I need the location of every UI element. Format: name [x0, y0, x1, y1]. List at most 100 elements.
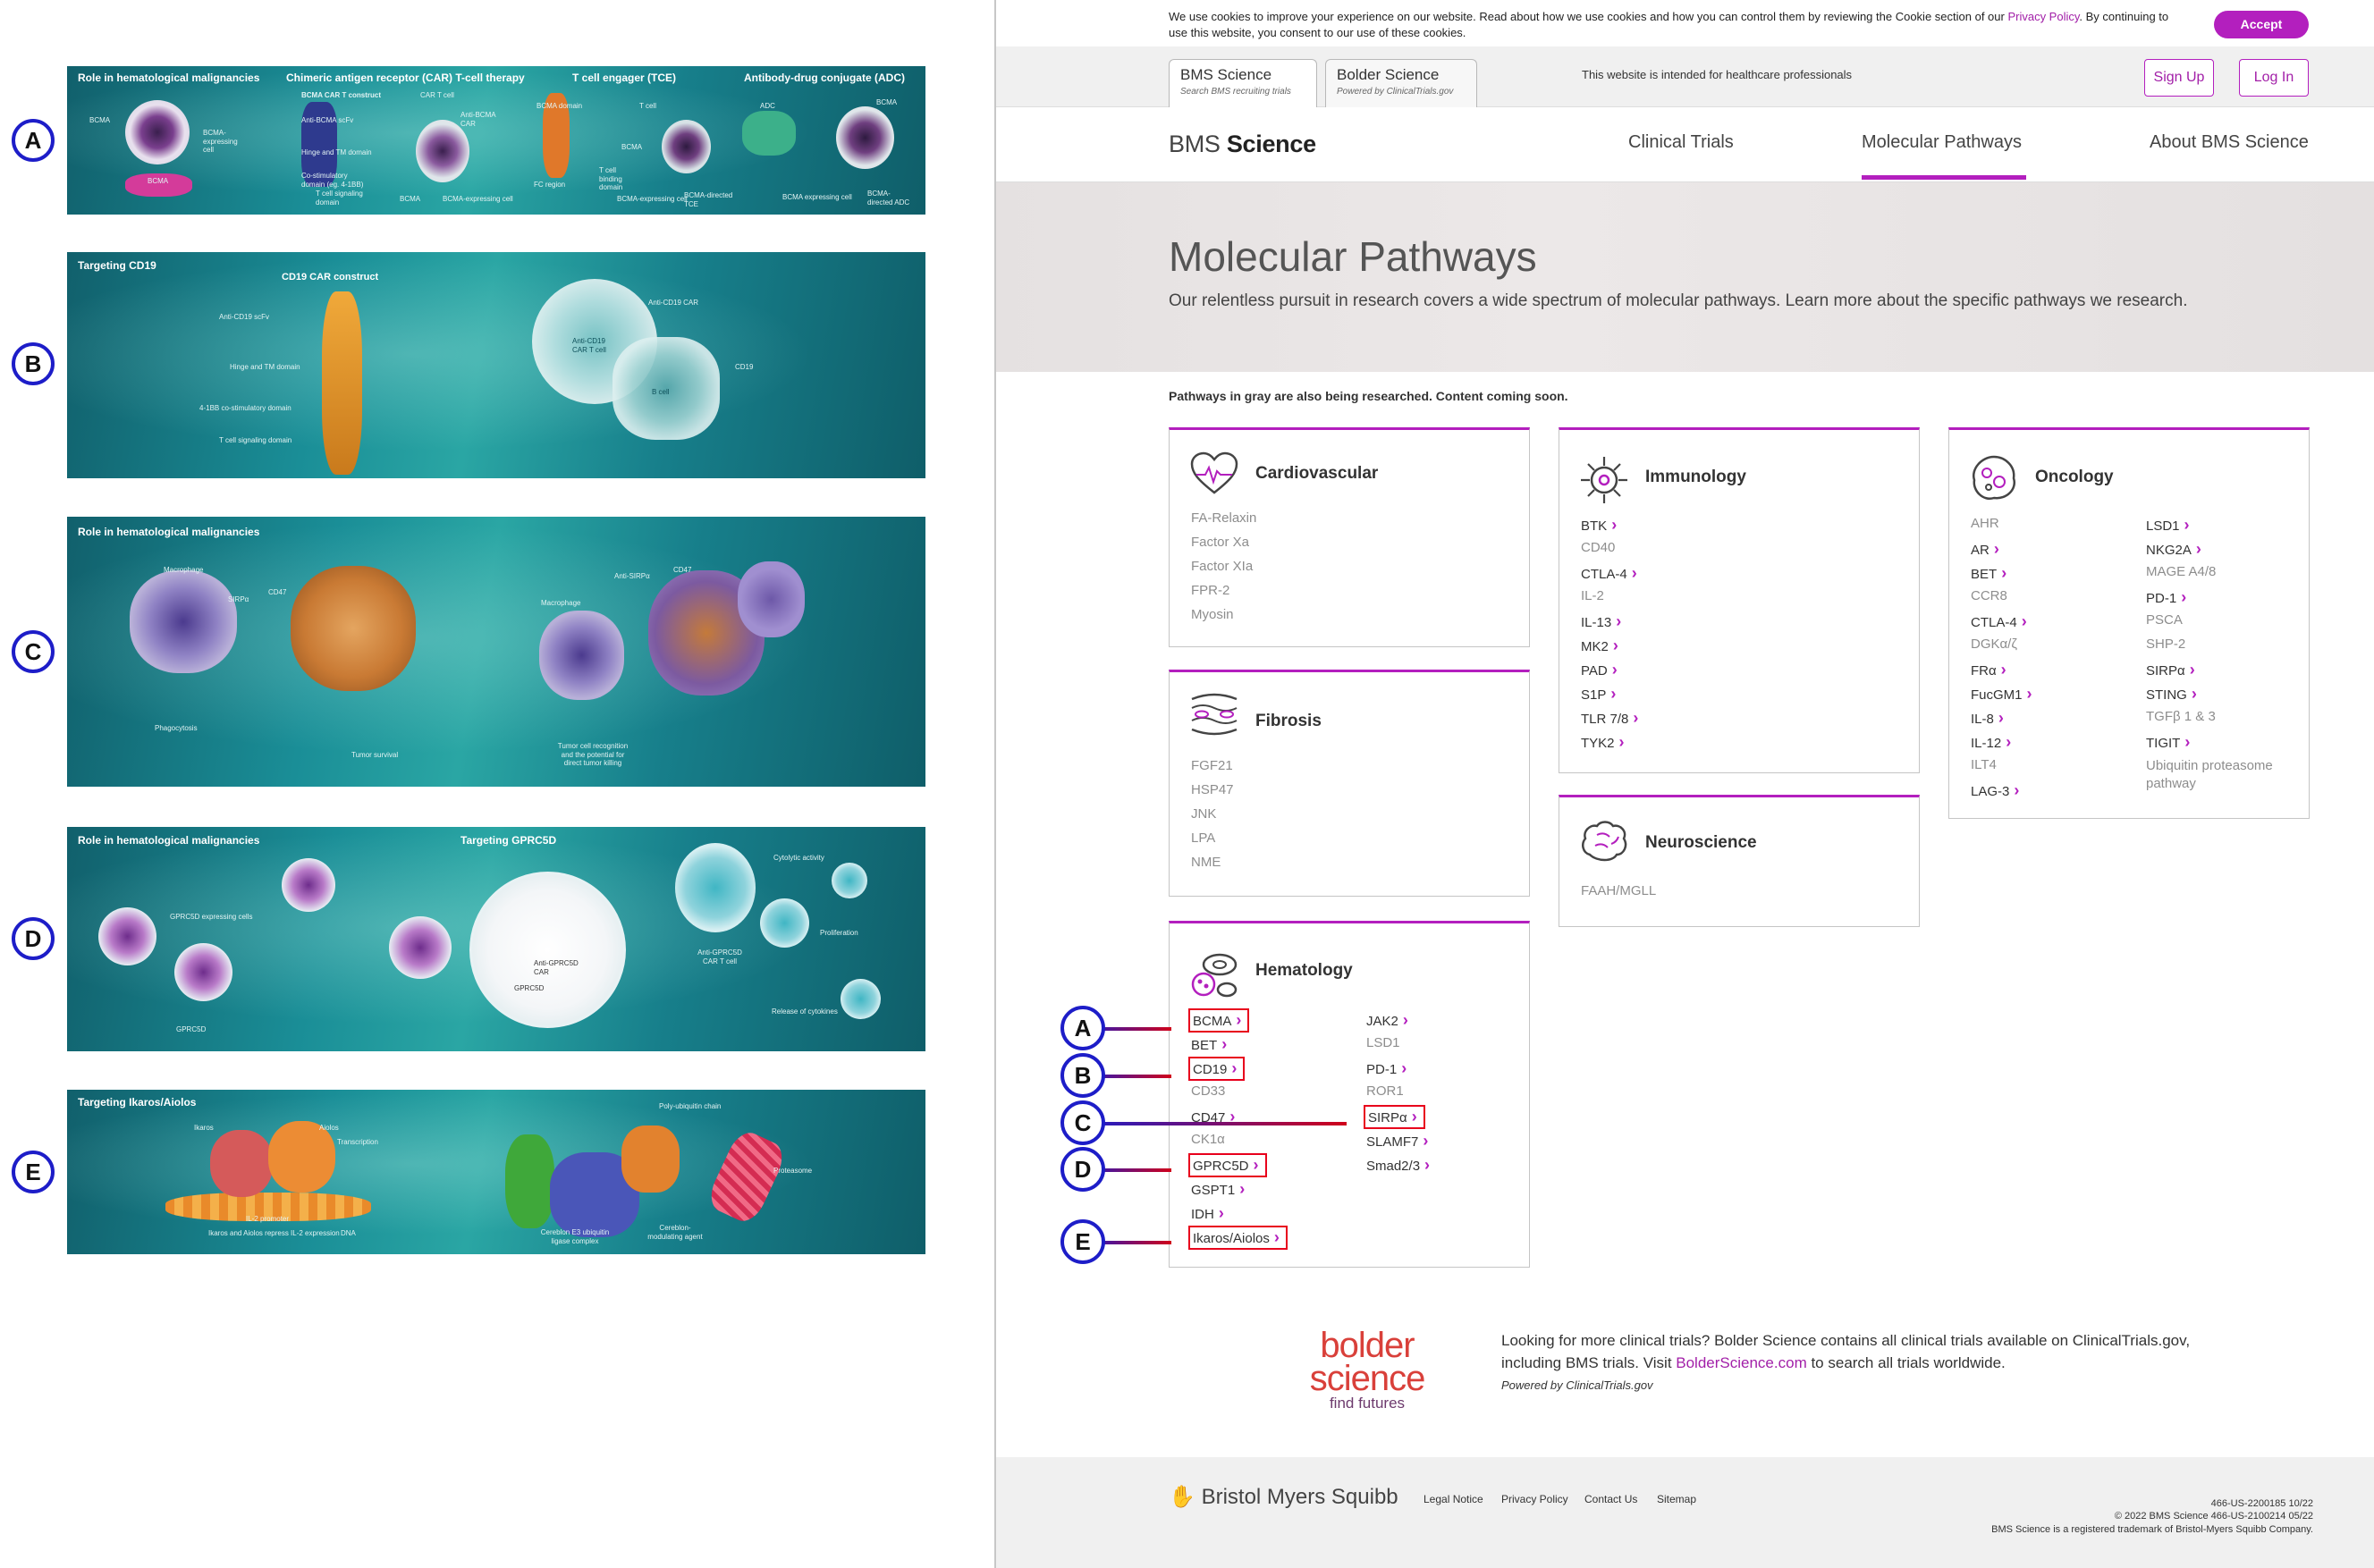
sign-up-button[interactable]: Sign Up — [2144, 59, 2214, 97]
pathway-sirpa-link[interactable]: SIRPα — [2146, 661, 2195, 679]
gray-pathways-note: Pathways in gray are also being research… — [1169, 389, 1568, 403]
pathway-sirpa-link[interactable]: SIRPα — [1364, 1105, 1425, 1129]
logo-text-science: Science — [1226, 131, 1316, 157]
pathway-gspt1-link[interactable]: GSPT1 — [1191, 1180, 1245, 1199]
panel-a-label: BCMA expressing cell — [782, 193, 852, 201]
panel-b-label: Anti-CD19 CAR T cell — [572, 337, 606, 354]
pathway-dgka-z: DGKα/ζ — [1971, 636, 2017, 652]
cytokine-cell-illustration — [841, 979, 881, 1019]
tab-bms-science[interactable]: BMS Science Search BMS recruiting trials — [1169, 59, 1317, 107]
tab-bolder-science[interactable]: Bolder Science Powered by ClinicalTrials… — [1325, 59, 1477, 107]
gprc5d-cell-illustration — [282, 858, 335, 912]
pathway-ccr8: CCR8 — [1971, 588, 2007, 603]
pathway-il-8-link[interactable]: IL-8 — [1971, 709, 2004, 728]
panel-a-label: BCMA — [89, 116, 111, 124]
bolder-science-link[interactable]: BolderScience.com — [1676, 1354, 1806, 1371]
panel-c-label: Tumor survival — [351, 751, 399, 759]
pathway-tgfb-1-3: TGFβ 1 & 3 — [2146, 709, 2216, 724]
card-fibrosis: Fibrosis FGF21 HSP47 JNK LPA NME — [1169, 670, 1530, 897]
panel-d-label: GPRC5D expressing cells — [170, 913, 253, 921]
page-title: Molecular Pathways — [1169, 233, 1537, 280]
panel-a-label: Co-stimulatory domain (eg. 4-1BB) — [301, 172, 364, 189]
tab-bms-science-title: BMS Science — [1180, 66, 1272, 83]
pathway-jak2-link[interactable]: JAK2 — [1366, 1011, 1408, 1030]
panel-b-label: B cell — [652, 388, 670, 396]
panel-b-label: Hinge and TM domain — [230, 363, 300, 371]
pathway-ctla-4-link[interactable]: CTLA-4 — [1581, 564, 1637, 583]
panel-e-label: Cereblon-modulating agent — [647, 1224, 703, 1241]
nav-about-bms-science[interactable]: About BMS Science — [2150, 132, 2309, 153]
card-hematology: Hematology BCMA BET CD19 CD33 CD47 CK1α … — [1169, 921, 1530, 1268]
panel-a-label: BCMA — [876, 98, 898, 106]
pathway-ck1a: CK1α — [1191, 1132, 1225, 1147]
footer-sitemap-link[interactable]: Sitemap — [1657, 1493, 1696, 1505]
pathway-mk2-link[interactable]: MK2 — [1581, 636, 1618, 655]
nav-clinical-trials[interactable]: Clinical Trials — [1628, 132, 1734, 153]
pathway-bet-link[interactable]: BET — [1191, 1035, 1227, 1054]
footer-privacy-policy-link[interactable]: Privacy Policy — [1501, 1493, 1568, 1505]
pathway-idh-link[interactable]: IDH — [1191, 1204, 1224, 1223]
panel-a-label: BCMA-expressing cell — [617, 195, 688, 203]
proliferating-cell-illustration — [760, 898, 809, 948]
panel-e-heading-1: Targeting Ikaros/Aiolos — [78, 1096, 197, 1109]
panel-a-label: CAR T cell — [420, 91, 454, 99]
pathway-bet-link[interactable]: BET — [1971, 564, 2006, 583]
cookie-text-1: We use cookies to improve your experienc… — [1169, 10, 2008, 23]
pathway-factor-xia: Factor XIa — [1191, 559, 1254, 574]
bms-science-logo[interactable]: BMS Science — [1169, 131, 1316, 158]
accept-cookies-button[interactable]: Accept — [2214, 11, 2309, 38]
pathway-tigit-link[interactable]: TIGIT — [2146, 733, 2190, 752]
log-in-button[interactable]: Log In — [2239, 59, 2309, 97]
nav-molecular-pathways[interactable]: Molecular Pathways — [1862, 132, 2022, 153]
pathway-bcma-link[interactable]: BCMA — [1187, 1008, 1250, 1033]
pathway-tyk2-link[interactable]: TYK2 — [1581, 733, 1625, 752]
pathway-nkg2a-link[interactable]: NKG2A — [2146, 540, 2201, 559]
panel-c-label: CD47 — [673, 566, 692, 574]
powered-by-note: Powered by ClinicalTrials.gov — [1501, 1378, 1653, 1393]
panel-a-label: BCMA-directed ADC — [867, 190, 910, 207]
pathway-btk-link[interactable]: BTK — [1581, 516, 1617, 535]
bristol-myers-squibb-logo[interactable]: ✋ Bristol Myers Squibb — [1169, 1484, 1398, 1510]
pathway-pad-link[interactable]: PAD — [1581, 661, 1618, 679]
pathway-il-12-link[interactable]: IL-12 — [1971, 733, 2011, 752]
pathway-tlr-7-8-link[interactable]: TLR 7/8 — [1581, 709, 1638, 728]
pathway-faah-mgll: FAAH/MGLL — [1581, 883, 1657, 898]
panel-a-label: BCMA domain — [536, 102, 583, 110]
pathway-shp-2: SHP-2 — [2146, 636, 2186, 652]
logo-text-bms: BMS — [1169, 131, 1227, 157]
tumor-cell-illustration — [291, 566, 416, 691]
footer-legal-notice-link[interactable]: Legal Notice — [1424, 1493, 1483, 1505]
hcp-notice: This website is intended for healthcare … — [1582, 68, 1853, 81]
panel-c-sirpa: Role in hematological malignancies Macro… — [67, 517, 925, 787]
pathway-ikaros-aiolos-link[interactable]: Ikaros/Aiolos — [1188, 1226, 1288, 1250]
pathway-gprc5d-link[interactable]: GPRC5D — [1188, 1153, 1267, 1177]
panel-d-label: Cytolytic activity — [773, 854, 824, 862]
active-nav-indicator — [1862, 175, 2026, 180]
main-nav: BMS Science Clinical Trials Molecular Pa… — [996, 107, 2374, 182]
pathway-cd19-link[interactable]: CD19 — [1187, 1057, 1246, 1081]
card-immunology: Immunology BTK CD40 CTLA-4 IL-2 IL-13 MK… — [1559, 427, 1920, 773]
pathway-fra-link[interactable]: FRα — [1971, 661, 2006, 679]
pathway-lag-3-link[interactable]: LAG-3 — [1971, 781, 2019, 800]
pathway-sting-link[interactable]: STING — [2146, 685, 2197, 704]
card-cardiovascular: Cardiovascular FA-Relaxin Factor Xa Fact… — [1169, 427, 1530, 647]
pathway-slamf7-link[interactable]: SLAMF7 — [1366, 1132, 1428, 1151]
pathway-fucgm1-link[interactable]: FucGM1 — [1971, 685, 2032, 704]
bolder-text-2: to search all trials worldwide. — [1806, 1353, 2006, 1371]
pathway-pd-1-link[interactable]: PD-1 — [2146, 588, 2186, 607]
pathway-ar-link[interactable]: AR — [1971, 540, 1999, 559]
panel-c-label: Phagocytosis — [155, 724, 198, 732]
bms-logo-text: Bristol Myers Squibb — [1201, 1485, 1398, 1509]
pathway-smad2-3-link[interactable]: Smad2/3 — [1366, 1156, 1430, 1175]
bolder-science-logo[interactable]: bolder science find futures — [1273, 1328, 1461, 1412]
privacy-policy-link[interactable]: Privacy Policy — [2007, 10, 2079, 23]
pathway-pd-1-link[interactable]: PD-1 — [1366, 1059, 1407, 1078]
pathway-ctla-4-link[interactable]: CTLA-4 — [1971, 612, 2027, 631]
pathway-il-13-link[interactable]: IL-13 — [1581, 612, 1621, 631]
footer-contact-us-link[interactable]: Contact Us — [1584, 1493, 1637, 1505]
panel-b-label: Anti-CD19 scFv — [219, 313, 270, 321]
fibrosis-icon — [1191, 693, 1238, 736]
cell-cluster-illustration — [738, 561, 805, 637]
pathway-s1p-link[interactable]: S1P — [1581, 685, 1616, 704]
pathway-lsd1-link[interactable]: LSD1 — [2146, 516, 2190, 535]
